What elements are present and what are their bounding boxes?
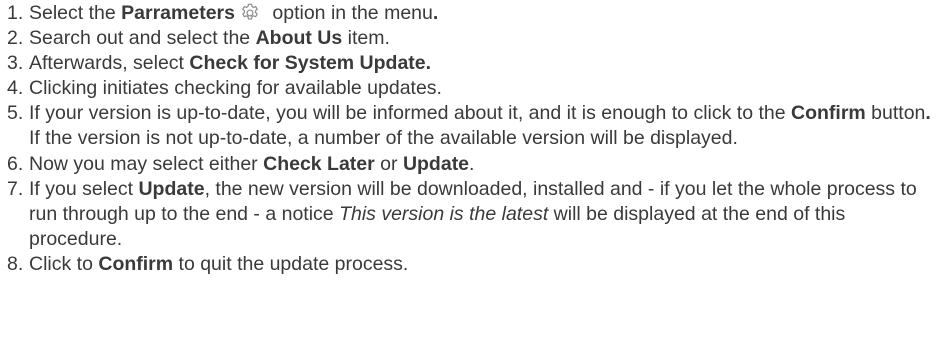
bold-term: Update (138, 177, 205, 200)
step-number: 1. (7, 2, 24, 24)
bold-term: . (925, 102, 931, 125)
text-run: item. (342, 27, 390, 50)
text-run: Clicking initiates checking for availabl… (29, 77, 442, 100)
text-run: Search out and select the (29, 27, 256, 50)
step-item: 4. Clicking initiates checking for availa… (7, 76, 942, 101)
step-item: 2. Search out and select the About Us ite… (7, 26, 942, 51)
text-run: . (469, 152, 475, 175)
step-text: Afterwards, select Check for System Upda… (29, 52, 431, 74)
bold-term: Check Later (263, 152, 375, 175)
text-run: If your version is up-to-date, you will … (29, 102, 791, 125)
bold-term: About Us (255, 27, 343, 50)
step-text: Search out and select the About Us item. (29, 27, 390, 49)
step-text: If you select Update, the new version wi… (29, 178, 917, 250)
text-run: button (865, 102, 926, 125)
step-text: Now you may select either Check Later or… (29, 153, 474, 175)
italic-term: This version is the latest (339, 202, 549, 225)
step-number: 2. (7, 27, 24, 50)
step-item: 6. Now you may select either Check Later … (7, 152, 942, 177)
update-steps-list: 1. Select the Parrameters option in the m… (7, 1, 942, 277)
step-number: 4. (7, 77, 24, 100)
step-number: 7. (7, 177, 24, 200)
step-item: 7. If you select Update, the new version … (7, 177, 942, 252)
text-run: Select the (29, 2, 122, 24)
bold-term: Check for System Update. (189, 52, 432, 75)
step-text: Clicking initiates checking for availabl… (29, 77, 442, 99)
text-run: Now you may select either (29, 152, 264, 175)
text-run: to quit the update process. (173, 252, 409, 275)
step-text: Select the Parrameters option in the men… (29, 2, 438, 24)
text-run: Afterwards, select (29, 52, 190, 75)
step-item: 5. If your version is up-to-date, you wil… (7, 101, 942, 151)
step-text: If your version is up-to-date, you will … (29, 102, 931, 149)
step-number: 6. (7, 152, 24, 175)
bold-term: Confirm (98, 252, 174, 275)
text-run: If the version is not up-to-date, a numb… (29, 127, 738, 150)
step-number: 8. (7, 252, 24, 275)
step-number: 3. (7, 52, 24, 75)
instructions-page: 1. Select the Parrameters option in the m… (0, 0, 947, 349)
text-run: Click to (29, 252, 99, 275)
bold-term: Confirm (791, 102, 866, 125)
bold-term: . (432, 2, 439, 24)
bold-term: Update (402, 152, 470, 175)
text-run: option in the menu (266, 2, 433, 24)
text-run: If you select (29, 177, 139, 200)
step-item: 3. Afterwards, select Check for System Up… (7, 51, 942, 76)
step-number: 5. (7, 102, 24, 125)
text-run: or (374, 152, 403, 175)
gear-icon (239, 2, 261, 24)
step-item: 8. Click to Confirm to quit the update pr… (7, 252, 942, 277)
bold-term: Parrameters (121, 2, 235, 24)
step-item: 1. Select the Parrameters option in the m… (7, 1, 942, 26)
step-text: Click to Confirm to quit the update proc… (29, 253, 408, 275)
